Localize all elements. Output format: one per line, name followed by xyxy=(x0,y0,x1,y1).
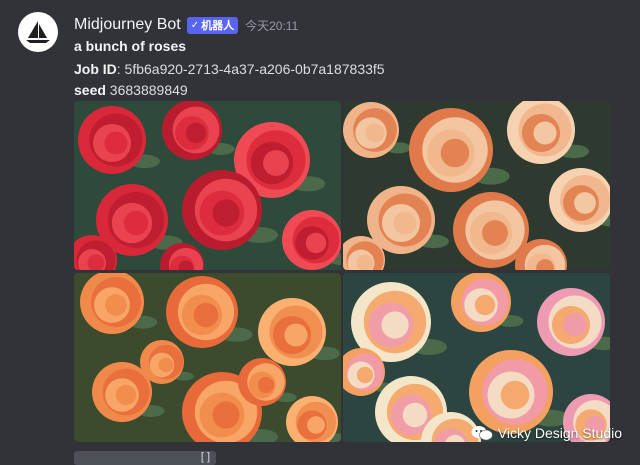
rose-shape xyxy=(282,210,341,270)
rose-image-4[interactable] xyxy=(343,273,610,442)
rose-painting-4 xyxy=(343,273,610,442)
sailboat-logo-icon xyxy=(26,21,50,43)
watermark: Vicky Design Studio xyxy=(471,425,622,441)
rose-shape xyxy=(537,288,605,356)
rose-shape xyxy=(409,108,493,192)
rose-painting-3 xyxy=(74,273,341,442)
rose-painting-2 xyxy=(343,101,610,270)
rose-shape xyxy=(549,168,610,232)
rose-image-3[interactable] xyxy=(74,273,341,442)
rose-shape xyxy=(238,358,286,406)
rose-shape xyxy=(469,350,553,434)
watermark-text: Vicky Design Studio xyxy=(497,425,622,441)
message-header: Midjourney Bot ✓ 机器人 今天20:11 xyxy=(74,14,298,36)
rose-image-1[interactable] xyxy=(74,101,341,270)
image-grid xyxy=(74,101,610,442)
job-id-label: Job ID xyxy=(74,61,117,77)
avatar[interactable] xyxy=(18,12,58,52)
prompt-line: a bunch of roses xyxy=(74,38,186,54)
rose-shape xyxy=(80,273,144,334)
timestamp[interactable]: 今天20:11 xyxy=(245,17,298,34)
prompt-text: a bunch of roses xyxy=(74,38,187,54)
rose-shape xyxy=(162,101,222,160)
rose-shape xyxy=(451,273,511,332)
bracket-icon: [ ] xyxy=(200,451,210,463)
bot-badge-label: 机器人 xyxy=(201,20,235,32)
bot-badge: ✓ 机器人 xyxy=(186,16,239,34)
seed-line: seed 3683889849 xyxy=(74,82,188,98)
rose-shape xyxy=(166,276,238,348)
verified-check-icon: ✓ xyxy=(190,19,200,31)
rose-shape xyxy=(258,298,326,366)
rose-image-2[interactable] xyxy=(343,101,610,270)
seed-value: 3683889849 xyxy=(105,82,188,98)
job-id-line: Job ID: 5fb6a920-2713-4a37-a206-0b7a1878… xyxy=(74,61,385,77)
rose-shape xyxy=(343,102,399,158)
job-id-value: : 5fb6a920-2713-4a37-a206-0b7a187833f5 xyxy=(116,61,385,77)
wechat-icon xyxy=(471,426,493,441)
rose-painting-1 xyxy=(74,101,341,270)
rose-shape xyxy=(140,340,184,384)
rose-shape xyxy=(78,106,146,174)
seed-label: seed xyxy=(74,82,106,98)
rose-shape xyxy=(182,170,262,250)
author-name[interactable]: Midjourney Bot xyxy=(74,16,181,34)
